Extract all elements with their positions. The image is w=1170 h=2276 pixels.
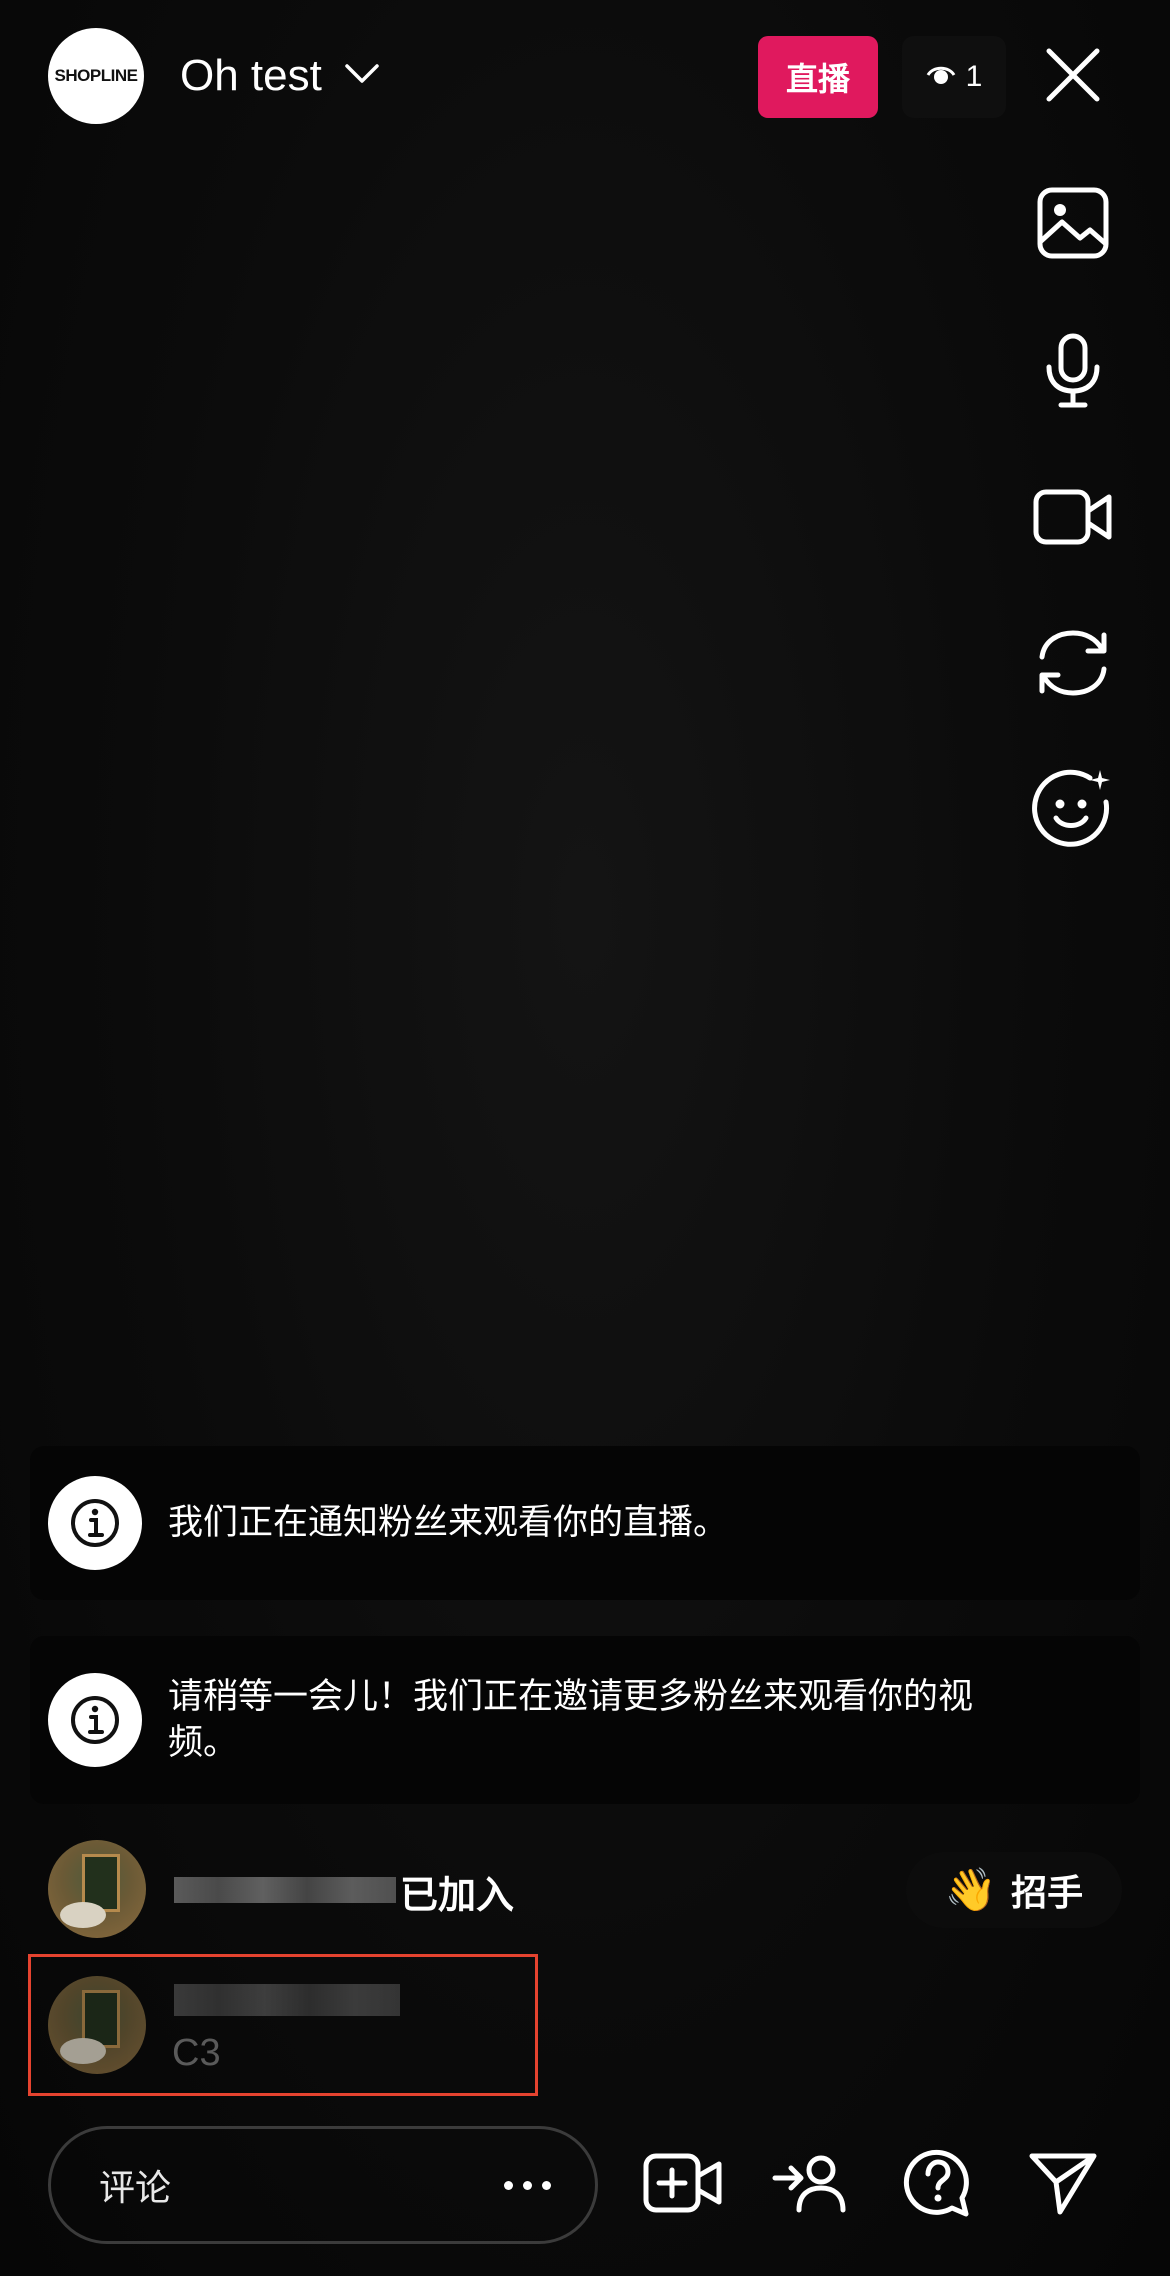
more-options-icon[interactable] xyxy=(504,2180,551,2190)
logo-text: SHOPLINE xyxy=(54,66,138,85)
invite-viewer-button[interactable] xyxy=(764,2140,854,2230)
image-icon xyxy=(1036,186,1110,264)
redacted-username xyxy=(174,1984,400,2016)
comment-text: C3 xyxy=(172,2032,221,2074)
notice-card: 我们正在通知粉丝来观看你的直播。 xyxy=(30,1446,1140,1600)
account-name: Oh test xyxy=(180,51,322,100)
live-badge: 直播 xyxy=(758,36,878,118)
redacted-username xyxy=(174,1877,396,1903)
info-icon xyxy=(48,1476,142,1570)
eye-icon xyxy=(926,60,956,94)
flip-camera-button[interactable] xyxy=(1030,622,1116,708)
camera-toggle-button[interactable] xyxy=(1030,476,1116,562)
account-switcher[interactable]: Oh test xyxy=(180,40,380,112)
joined-label: 已加入 xyxy=(400,1873,515,1917)
add-image-button[interactable] xyxy=(1030,182,1116,268)
avatar[interactable] xyxy=(48,1840,146,1938)
effects-face-icon xyxy=(1032,768,1114,854)
comment-input[interactable]: 评论 xyxy=(48,2126,598,2244)
close-button[interactable] xyxy=(1036,40,1110,114)
microphone-button[interactable] xyxy=(1030,330,1116,416)
microphone-icon xyxy=(1043,333,1103,413)
add-guest-video-button[interactable] xyxy=(638,2140,728,2230)
effects-button[interactable] xyxy=(1030,768,1116,854)
share-button[interactable] xyxy=(1018,2140,1108,2230)
viewer-count-badge[interactable]: 1 xyxy=(902,36,1006,118)
brand-logo-avatar[interactable]: SHOPLINE xyxy=(48,28,144,124)
close-icon xyxy=(1044,46,1102,108)
questions-button[interactable] xyxy=(892,2140,982,2230)
wave-label: 招手 xyxy=(1011,1873,1084,1914)
waving-hand-icon: 👋 xyxy=(944,1865,998,1914)
comment-placeholder: 评论 xyxy=(99,2168,172,2209)
add-video-icon xyxy=(643,2152,723,2218)
info-icon xyxy=(48,1673,142,1767)
viewer-count: 1 xyxy=(965,60,983,93)
avatar[interactable] xyxy=(48,1976,146,2074)
flip-camera-icon xyxy=(1034,627,1112,703)
video-camera-icon xyxy=(1033,487,1113,551)
question-icon xyxy=(902,2148,972,2222)
notice-card: 请稍等一会儿！我们正在邀请更多粉丝来观看你的视频。 xyxy=(30,1636,1140,1804)
user-join-icon xyxy=(771,2152,847,2218)
notice-text: 我们正在通知粉丝来观看你的直播。 xyxy=(168,1503,729,1543)
chevron-down-icon xyxy=(344,63,380,89)
send-icon xyxy=(1028,2150,1098,2220)
notice-text: 请稍等一会儿！我们正在邀请更多粉丝来观看你的视频。 xyxy=(168,1677,974,1763)
wave-button[interactable]: 👋 招手 xyxy=(906,1852,1122,1928)
